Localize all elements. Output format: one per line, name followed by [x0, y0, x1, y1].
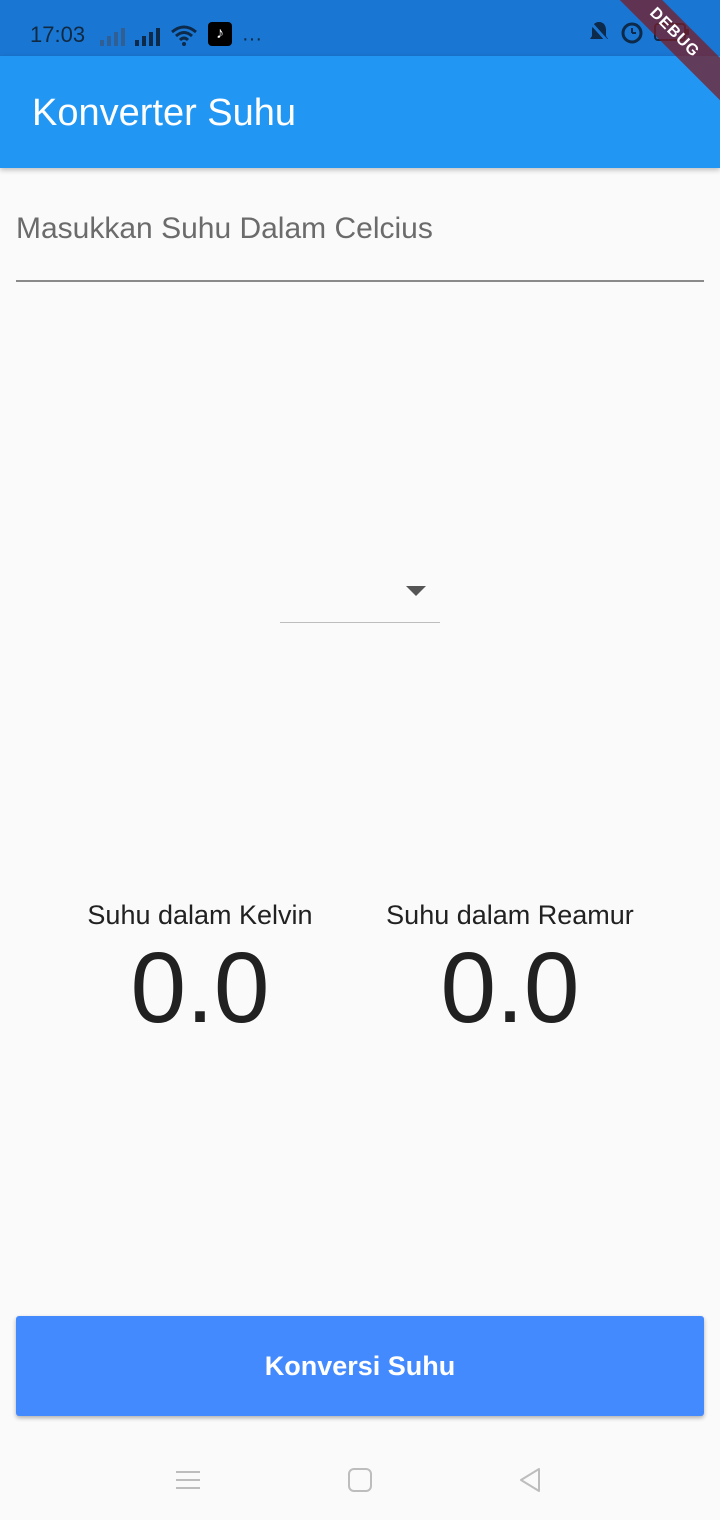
signal-x-icon: [100, 26, 125, 46]
reamur-label: Suhu dalam Reamur: [386, 900, 634, 930]
celsius-input-field: [16, 200, 704, 282]
dropdown-arrow-icon: [406, 586, 426, 596]
status-time: 17:03: [30, 22, 86, 47]
bell-off-icon: [588, 20, 610, 44]
status-bar: 17:03 ♪ ···: [0, 0, 720, 56]
more-notifications-icon: ···: [242, 28, 262, 50]
signal-icon: [135, 26, 160, 46]
reamur-result: Suhu dalam Reamur 0.0: [370, 900, 650, 1043]
kelvin-value: 0.0: [130, 932, 270, 1044]
app-bar: Konverter Suhu: [0, 56, 720, 168]
tiktok-icon: ♪: [208, 22, 232, 46]
wifi-icon: [171, 25, 197, 46]
unit-dropdown[interactable]: [280, 568, 440, 623]
convert-button[interactable]: Konversi Suhu: [16, 1316, 704, 1416]
home-icon[interactable]: [340, 1460, 380, 1500]
system-nav-bar: [0, 1430, 720, 1520]
celsius-input[interactable]: [16, 200, 704, 246]
back-icon[interactable]: [510, 1460, 550, 1500]
menu-icon[interactable]: [168, 1460, 208, 1500]
reamur-value: 0.0: [440, 932, 580, 1044]
page-title: Konverter Suhu: [32, 92, 297, 134]
kelvin-result: Suhu dalam Kelvin 0.0: [60, 900, 340, 1043]
kelvin-label: Suhu dalam Kelvin: [87, 900, 313, 930]
status-icons: ♪ ···: [100, 22, 262, 50]
alarm-icon: [621, 22, 643, 44]
